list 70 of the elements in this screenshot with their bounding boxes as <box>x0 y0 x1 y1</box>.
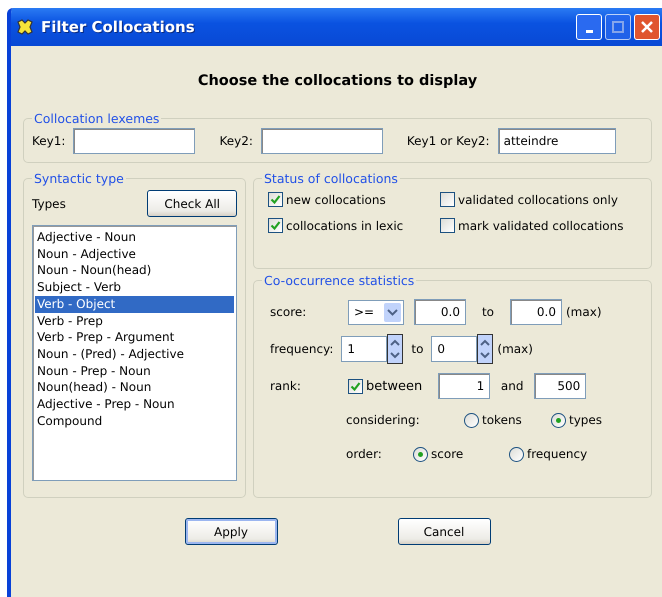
radio-label: tokens <box>482 413 522 427</box>
dialog-button[interactable]: Cancel <box>398 518 490 545</box>
checkbox-label: collocations in lexic <box>286 218 404 232</box>
field-label: frequency: <box>269 342 334 356</box>
field-label: rank: <box>269 379 302 393</box>
checkbox[interactable] <box>268 192 283 207</box>
checkbox-label: new collocations <box>286 192 386 206</box>
text-field[interactable]: 500 <box>534 373 586 399</box>
operator-dropdown[interactable]: >= <box>348 300 404 324</box>
dialog-button[interactable]: Apply <box>184 518 278 545</box>
list-item[interactable]: Verb - Prep <box>35 312 234 330</box>
spinner-arrows-icon <box>477 334 494 364</box>
text-field[interactable]: 1 <box>438 373 490 399</box>
text-field[interactable] <box>73 128 196 154</box>
group-title: Syntactic type <box>33 171 125 186</box>
radio-button[interactable] <box>413 446 428 462</box>
close-icon <box>640 20 654 34</box>
list-item[interactable]: Noun - (Pred) - Adjective <box>35 346 234 363</box>
list-item[interactable]: Subject - Verb <box>35 279 234 296</box>
list-item[interactable]: Verb - Object <box>35 296 234 313</box>
radio-label: frequency <box>527 447 588 461</box>
list-item[interactable]: Noun - Noun(head) <box>35 262 234 280</box>
group-title: Collocation lexemes <box>33 111 160 126</box>
radio-label: score <box>431 447 464 461</box>
list-item[interactable]: Noun - Prep - Noun <box>35 362 234 380</box>
radio-button[interactable] <box>464 412 479 428</box>
text-field[interactable] <box>260 128 383 154</box>
group-title: Status of collocations <box>263 171 399 186</box>
minimize-icon <box>586 30 592 32</box>
checkbox-label: between <box>366 378 422 394</box>
maximize-icon <box>612 21 624 33</box>
text-field[interactable]: 0.0 <box>414 299 466 325</box>
list-item[interactable]: Verb - Prep - Argument <box>35 329 234 346</box>
list-item[interactable]: Noun - Adjective <box>35 246 234 262</box>
field-label: considering: <box>345 413 421 427</box>
radio-button[interactable] <box>551 412 566 428</box>
list-item[interactable]: Noun(head) - Noun <box>35 379 234 396</box>
maximize-button[interactable] <box>605 14 631 40</box>
list-item[interactable]: Adjective - Noun <box>35 229 234 246</box>
minimize-button[interactable] <box>576 14 602 40</box>
radio-button[interactable] <box>509 446 524 462</box>
field-label: to <box>480 305 496 319</box>
field-label: (max) <box>497 342 533 356</box>
app-icon <box>15 19 35 35</box>
checkbox-label: mark validated collocations <box>458 218 624 232</box>
radio-label: types <box>569 413 602 427</box>
list-label: Types <box>32 196 66 210</box>
field-label: to <box>411 342 424 356</box>
field-label: Key1 or Key2: <box>406 134 490 148</box>
checkbox-label: validated collocations only <box>458 192 618 206</box>
checkbox[interactable] <box>440 192 455 207</box>
group-title: Co-occurrence statistics <box>263 273 416 288</box>
field-label: and <box>500 379 524 393</box>
checkbox[interactable] <box>348 378 363 394</box>
window-title: Filter Collocations <box>41 18 195 36</box>
field-label: Key1: <box>32 134 66 148</box>
checkbox[interactable] <box>440 218 455 233</box>
field-label: order: <box>345 447 383 461</box>
list-item[interactable]: Adjective - Prep - Noun <box>35 396 234 413</box>
spinner-arrows-icon <box>387 334 404 364</box>
list-item[interactable]: Compound <box>35 412 234 430</box>
field-label: Key2: <box>219 134 253 148</box>
dialog-heading: Choose the collocations to display <box>196 72 478 91</box>
field-label: score: <box>269 305 308 319</box>
field-label: (max) <box>566 305 602 319</box>
close-button[interactable] <box>634 14 660 40</box>
checkbox[interactable] <box>268 218 283 233</box>
text-field[interactable]: atteindre <box>498 128 616 154</box>
check-all-button[interactable]: Check All <box>147 190 237 217</box>
text-field[interactable]: 0.0 <box>510 299 562 325</box>
